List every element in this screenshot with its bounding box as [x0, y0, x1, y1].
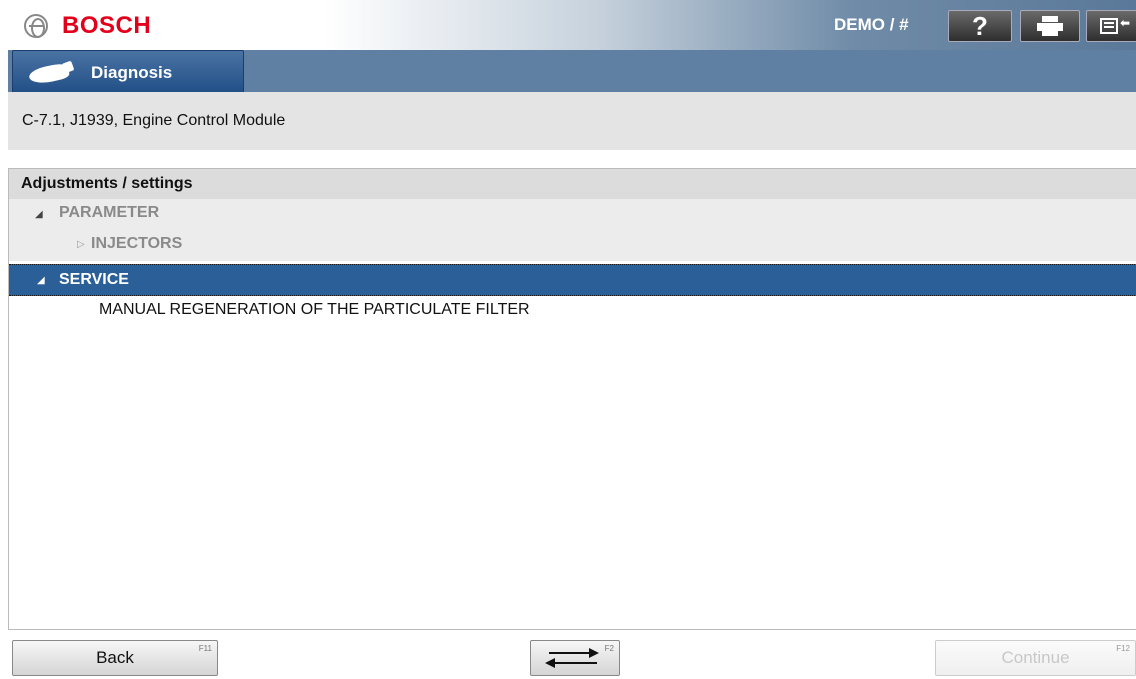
continue-button[interactable]: Continue F12	[935, 640, 1136, 676]
expanded-icon[interactable]: ◢	[37, 275, 45, 286]
switch-view-button[interactable]: F2	[530, 640, 620, 676]
nav-bar: Diagnosis	[8, 50, 1136, 96]
menu-exit-button[interactable]: ⬅	[1086, 10, 1136, 42]
app-window: BOSCH DEMO / # ? ⬅ Diagnosis C-7.1, J193…	[0, 0, 1136, 679]
tree-item-label: MANUAL REGENERATION OF THE PARTICULATE F…	[99, 301, 530, 318]
help-icon: ?	[972, 10, 988, 41]
user-label: DEMO / #	[834, 15, 909, 34]
continue-shortcut: F12	[1116, 644, 1130, 653]
continue-button-label: Continue	[1001, 648, 1070, 667]
module-bar: C-7.1, J1939, Engine Control Module	[8, 92, 1136, 150]
bosch-logo-icon	[24, 14, 48, 38]
switch-shortcut: F2	[604, 644, 614, 653]
tree-item-parameter[interactable]: ◢ PARAMETER	[9, 199, 1136, 230]
settings-panel: Adjustments / settings ◢ PARAMETER ▷ INJ…	[8, 168, 1136, 630]
tree-item-label: INJECTORS	[91, 235, 183, 252]
tree-item-label: PARAMETER	[59, 204, 160, 221]
header-bar: BOSCH DEMO / # ? ⬅	[8, 0, 1136, 50]
footer-bar: Back F11 F2 Continue F12	[8, 630, 1136, 679]
back-shortcut: F11	[198, 644, 212, 653]
collapsed-icon[interactable]: ▷	[77, 239, 85, 250]
car-icon	[27, 60, 75, 86]
section-title: Adjustments / settings	[21, 175, 193, 192]
tree-item-manual-regeneration[interactable]: MANUAL REGENERATION OF THE PARTICULATE F…	[9, 296, 1136, 327]
module-title: C-7.1, J1939, Engine Control Module	[22, 112, 286, 129]
bosch-logo: BOSCH	[24, 12, 151, 40]
print-button[interactable]	[1020, 10, 1080, 42]
section-header: Adjustments / settings	[9, 169, 1136, 199]
tree-item-injectors[interactable]: ▷ INJECTORS	[9, 230, 1136, 261]
back-button-label: Back	[96, 648, 134, 667]
back-button[interactable]: Back F11	[12, 640, 218, 676]
brand-name: BOSCH	[62, 12, 152, 39]
tab-diagnosis[interactable]: Diagnosis	[12, 50, 244, 96]
menu-exit-icon: ⬅	[1100, 16, 1130, 36]
switch-arrows-icon	[545, 648, 605, 668]
tab-diagnosis-label: Diagnosis	[91, 63, 173, 82]
help-button[interactable]: ?	[948, 10, 1012, 42]
tree-item-label: SERVICE	[59, 271, 129, 288]
tree-item-service[interactable]: ◢ SERVICE	[9, 264, 1136, 296]
expanded-icon[interactable]: ◢	[35, 209, 43, 220]
print-icon	[1037, 16, 1063, 36]
